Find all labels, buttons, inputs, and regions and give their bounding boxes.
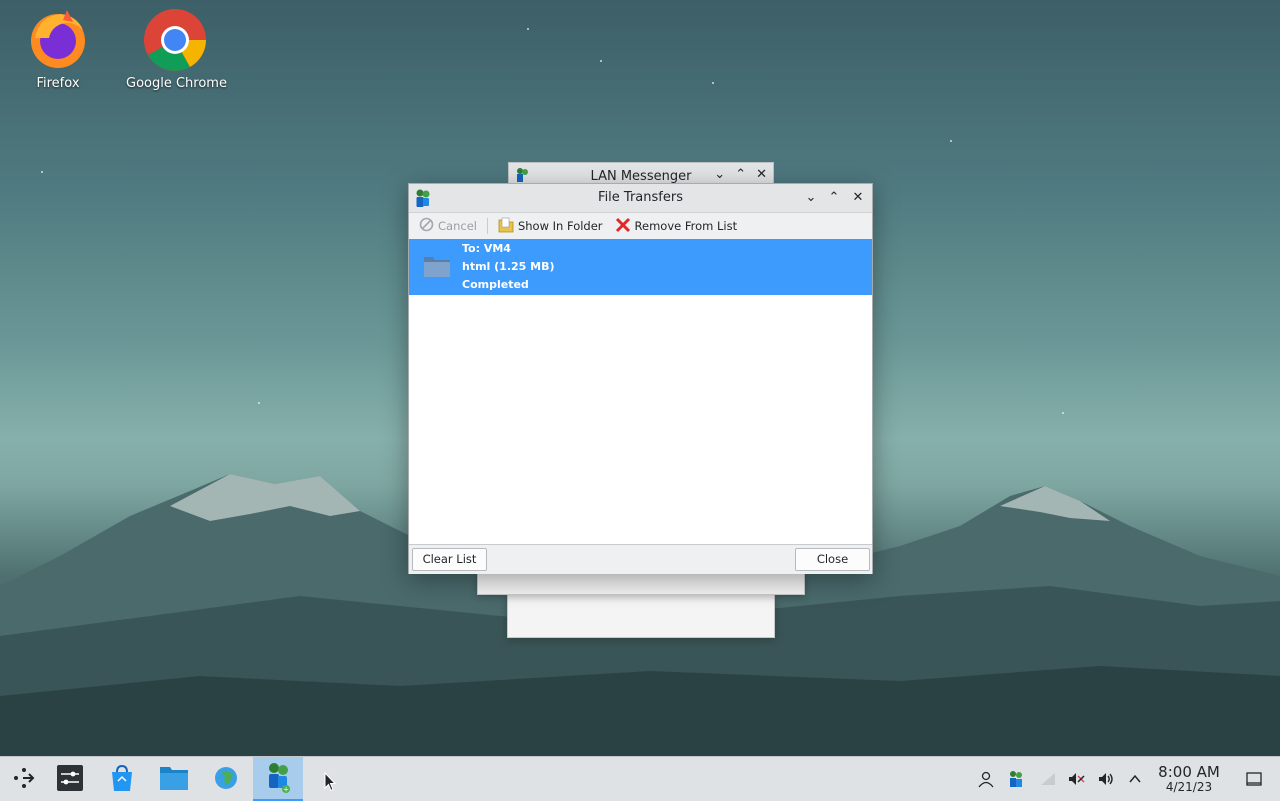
dialog-footer: Clear List Close (409, 544, 872, 574)
folder-icon (159, 765, 189, 794)
taskbar-file-manager[interactable] (150, 757, 198, 801)
transfer-file: html (1.25 MB) (462, 260, 555, 273)
folder-icon (423, 254, 450, 277)
taskbar-lan-messenger[interactable]: + (253, 757, 303, 801)
chevron-up-icon[interactable]: ⌃ (735, 167, 746, 182)
dialog-toolbar: Cancel Show In Folder Remove From List (409, 213, 872, 240)
firefox-icon (27, 8, 89, 70)
lan-messenger-tray-icon[interactable] (1006, 769, 1026, 789)
close-icon[interactable]: ✕ (756, 167, 767, 182)
application-launcher-button[interactable] (0, 757, 48, 801)
toolbar-separator (486, 218, 488, 234)
remove-icon (615, 217, 631, 236)
launcher-icon (11, 765, 37, 794)
file-transfers-dialog: File Transfers ⌄ ⌃ ✕ Cancel Show In Fold… (408, 183, 873, 574)
remove-from-list-button[interactable]: Remove From List (611, 215, 742, 238)
store-icon (109, 764, 135, 795)
transfer-list[interactable]: To: VM4 html (1.25 MB) Completed (409, 239, 872, 544)
close-icon: ✕ (852, 190, 864, 205)
chevron-down-icon[interactable]: ⌄ (714, 167, 725, 182)
show-desktop-button[interactable] (1244, 769, 1264, 789)
dialog-titlebar[interactable]: File Transfers ⌄ ⌃ ✕ (409, 184, 872, 213)
desktop-icon-firefox[interactable]: Firefox (10, 8, 106, 91)
show-in-folder-button[interactable]: Show In Folder (494, 215, 607, 238)
digital-clock[interactable]: 8:00 AM 4/21/23 (1150, 763, 1228, 794)
mouse-cursor-icon (324, 771, 337, 795)
taskbar-discover[interactable] (98, 757, 146, 801)
cancel-transfer-button[interactable]: Cancel (415, 215, 481, 237)
muted-speaker-icon[interactable] (1066, 769, 1086, 789)
cancel-icon (419, 217, 434, 235)
svg-text:+: + (283, 785, 289, 793)
lan-messenger-icon: + (265, 761, 291, 796)
volume-icon[interactable] (1096, 769, 1116, 789)
maximize-button[interactable]: ⌃ (824, 188, 844, 208)
minimize-button[interactable]: ⌄ (801, 188, 821, 208)
close-button[interactable]: Close (795, 548, 870, 571)
chevron-up-icon[interactable] (1125, 769, 1145, 789)
clear-list-button[interactable]: Clear List (412, 548, 487, 571)
chrome-icon (143, 8, 206, 71)
settings-icon (56, 764, 84, 795)
transfer-status: Completed (462, 278, 529, 291)
taskbar-system-settings[interactable] (46, 757, 94, 801)
chevron-down-icon: ⌄ (805, 190, 817, 205)
background-window-middle (477, 572, 805, 595)
desktop-icon-label: Firefox (36, 76, 80, 91)
cancel-label: Cancel (438, 219, 477, 233)
remove-from-list-label: Remove From List (634, 219, 738, 233)
show-in-folder-label: Show In Folder (517, 219, 603, 233)
chevron-up-icon: ⌃ (828, 190, 840, 205)
globe-icon (213, 765, 239, 794)
desktop-icon-chrome[interactable]: Google Chrome (126, 8, 227, 91)
folder-icon (498, 217, 514, 236)
clock-date: 4/21/23 (1165, 780, 1213, 794)
network-icon[interactable] (1038, 769, 1058, 789)
taskbar: + 8:00 AM 4/21/23 (0, 756, 1280, 801)
transfer-recipient: To: VM4 (462, 242, 511, 255)
user-switcher-icon[interactable] (976, 769, 996, 789)
close-window-button[interactable]: ✕ (848, 188, 868, 208)
clock-time: 8:00 AM (1158, 763, 1220, 781)
desktop-icon-label: Google Chrome (126, 76, 227, 91)
transfer-list-item[interactable]: To: VM4 html (1.25 MB) Completed (409, 239, 872, 295)
background-window-lower (507, 594, 775, 638)
taskbar-network[interactable] (202, 757, 250, 801)
